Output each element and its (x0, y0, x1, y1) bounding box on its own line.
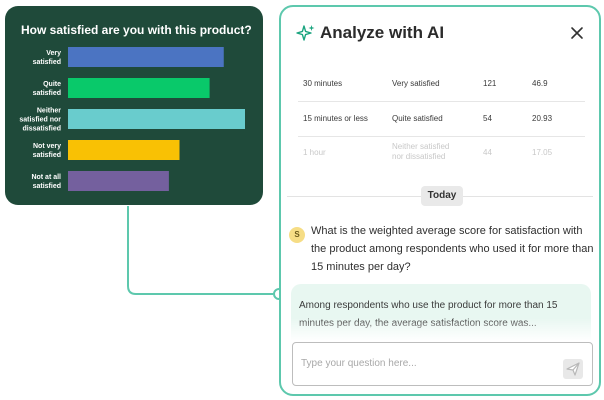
table-cell: 46.9 (532, 79, 548, 88)
send-button[interactable] (563, 359, 583, 379)
question-input-box (292, 342, 593, 386)
table-cell-line: nor dissatisfied (392, 152, 446, 161)
question-input[interactable] (301, 353, 556, 373)
table-row: 30 minutes Very satisfied 121 46.9 (298, 67, 585, 102)
sparkle-icon (296, 25, 315, 41)
category-label: Not very satisfied (33, 143, 62, 159)
table-cell: 121 (483, 79, 497, 88)
bar-2 (68, 109, 245, 129)
category-label: Very satisfied (33, 50, 62, 66)
user-message: What is the weighted average score for s… (311, 225, 594, 273)
ai-panel: Analyze with AI 30 minutes Very satisfie… (279, 5, 601, 396)
bar-chart: Very satisfied Quite satisfied Neither satisf… (19, 47, 245, 191)
avatar: S (289, 227, 305, 243)
close-icon[interactable] (569, 25, 585, 41)
table-cell: 20.93 (532, 114, 553, 123)
table-cell: Quite satisfied (392, 114, 443, 123)
bar-3 (68, 140, 180, 160)
ai-response-bubble: Among respondents who use the product fo… (291, 284, 591, 340)
chart-card: How satisfied are you with this product?… (5, 6, 263, 205)
table-cell-line: Neither satisfied (392, 142, 450, 151)
bar-0 (68, 47, 224, 67)
category-label: Neither satisfied nor dissatisfied (19, 108, 61, 133)
table-cell: Neither satisfied nor dissatisfied (392, 142, 449, 162)
table-cell: 54 (483, 114, 492, 123)
date-divider-label: Today (421, 186, 463, 206)
table-cell: 1 hour (303, 148, 326, 157)
table-cell: 44 (483, 148, 492, 157)
table-row: 15 minutes or less Quite satisfied 54 20… (298, 102, 585, 137)
category-label: Not at all satisfied (31, 174, 61, 190)
result-table: 30 minutes Very satisfied 121 46.9 15 mi… (298, 67, 585, 172)
table-row: 1 hour Neither satisfied nor dissatisfie… (298, 137, 585, 172)
ai-panel-title: Analyze with AI (320, 23, 445, 42)
table-cell: 17.05 (532, 148, 553, 157)
bar-1 (68, 78, 210, 98)
send-icon (566, 362, 580, 376)
ai-panel-header: Analyze with AI (281, 7, 599, 59)
bar-4 (68, 171, 169, 191)
table-cell: Very satisfied (392, 79, 440, 88)
category-label: Quite satisfied (33, 81, 62, 97)
table-cell: 15 minutes or less (303, 114, 368, 123)
ai-response-text: Among respondents who use the product fo… (299, 300, 558, 329)
table-cell: 30 minutes (303, 79, 343, 88)
